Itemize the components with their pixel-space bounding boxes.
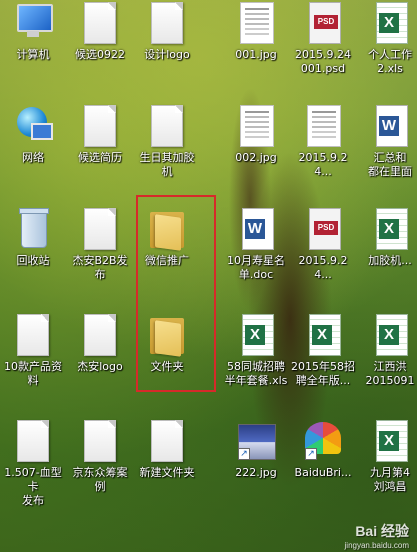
desktop-icon-label: 2015.9.24... [298, 254, 348, 281]
desktop-icon-label: 计算机 [16, 48, 50, 61]
desktop-icon-label: 58同城招聘 半年套餐.xls [224, 360, 288, 387]
desktop-icon-item[interactable]: X 九月第4 刘鸿昌 [357, 418, 417, 494]
desktop-icon-item[interactable]: 候选简历 [67, 103, 133, 165]
desktop-icon-label: 1.507-血型卡 发布 [4, 466, 62, 507]
desktop-icon-label: 候选0922 [75, 48, 125, 61]
document-icon [80, 0, 120, 46]
image-file-icon [236, 0, 276, 46]
desktop-icon-label: 候选简历 [78, 151, 122, 164]
document-icon [147, 103, 187, 149]
desktop-icon-item[interactable]: PSD 2015.9.24... [290, 206, 356, 282]
desktop-icon-item[interactable]: 杰安logo [67, 312, 133, 374]
desktop-icon-item[interactable]: 2015.9.24... [290, 103, 356, 179]
psd-file-icon: PSD [303, 206, 343, 252]
desktop-icon-item[interactable]: 回收站 [0, 206, 66, 268]
desktop-icon-label: 京东众筹案 例 [72, 466, 128, 493]
desktop-icon-label: 杰安B2B发布 [72, 254, 128, 281]
desktop-icon-label: 九月第4 刘鸿昌 [370, 466, 410, 493]
desktop-icon-item[interactable]: ↗ 222.jpg [223, 418, 289, 480]
desktop-icon-label: 001.jpg [235, 48, 277, 61]
watermark-url: jingyan.baidu.com [344, 541, 409, 550]
excel-file-icon: X [370, 418, 410, 464]
desktop-icon-item[interactable]: X 江西洪 2015091 [357, 312, 417, 388]
watermark: Bai 经验 jingyan.baidu.com [345, 521, 409, 550]
desktop-icon-item[interactable]: X 58同城招聘 半年套餐.xls [223, 312, 289, 388]
image-file-icon [236, 103, 276, 149]
desktop-icon-item[interactable]: 新建文件夹 [134, 418, 200, 480]
desktop-icon-item[interactable]: 10款产品资 料 [0, 312, 66, 388]
excel-file-icon: X [303, 312, 343, 358]
desktop-icon-label: 10月寿星名 单.doc [227, 254, 285, 281]
desktop-icon-label: 网络 [22, 151, 44, 164]
desktop-icon-label: 2015.9.24 001.psd [295, 48, 351, 75]
excel-file-icon: X [370, 0, 410, 46]
desktop-icon-label: 002.jpg [235, 151, 277, 164]
desktop-icon-item[interactable]: 1.507-血型卡 发布 [0, 418, 66, 508]
psd-file-icon: PSD [303, 0, 343, 46]
desktop-icon-item[interactable]: 文件夹 [134, 312, 200, 374]
desktop-icon-label: 微信推广 [145, 254, 189, 267]
recycle-bin-icon [13, 206, 53, 252]
network-icon [13, 103, 53, 149]
document-icon [80, 312, 120, 358]
desktop-icon-item[interactable]: X 个人工作 2.xls [357, 0, 417, 76]
document-icon [80, 418, 120, 464]
desktop-icon-item[interactable]: W 汇总和 都在里面 [357, 103, 417, 179]
desktop-icon-item[interactable]: 微信推广 [134, 206, 200, 268]
computer-icon [13, 0, 53, 46]
document-icon [13, 418, 53, 464]
desktop-icon-item[interactable]: 计算机 [0, 0, 66, 62]
desktop-icon-label: 222.jpg [235, 466, 277, 479]
desktop-icon-label: 江西洪 2015091 [365, 360, 415, 387]
baidu-app-icon: ↗ [303, 418, 343, 464]
document-icon [147, 418, 187, 464]
desktop-icon-label: 加胶机... [368, 254, 412, 267]
document-icon [80, 103, 120, 149]
desktop-icon-item[interactable]: 京东众筹案 例 [67, 418, 133, 494]
word-file-icon: W [236, 206, 276, 252]
desktop-icon-label: 10款产品资 料 [4, 360, 62, 387]
desktop-icon-item[interactable]: W 10月寿星名 单.doc [223, 206, 289, 282]
desktop-icon-item[interactable]: 杰安B2B发布 [67, 206, 133, 282]
desktop-icon-label: 个人工作 2.xls [368, 48, 412, 75]
desktop-icon-label: BaiduBri... [294, 466, 352, 479]
excel-file-icon: X [236, 312, 276, 358]
desktop-icon-item[interactable]: 设计logo [134, 0, 200, 62]
desktop-icon-item[interactable]: 网络 [0, 103, 66, 165]
document-icon [80, 206, 120, 252]
document-icon [13, 312, 53, 358]
desktop-icon-label: 2015年58招 聘全年版... [291, 360, 355, 387]
desktop-icon-label: 生日其加胶 机 [139, 151, 195, 178]
desktop-icon-item[interactable]: 002.jpg [223, 103, 289, 165]
desktop-icon-label: 文件夹 [150, 360, 184, 373]
desktop-icon-item[interactable]: ↗ BaiduBri... [290, 418, 356, 480]
desktop-icon-label: 新建文件夹 [139, 466, 195, 479]
desktop-icon-item[interactable]: 生日其加胶 机 [134, 103, 200, 179]
word-file-icon: W [370, 103, 410, 149]
document-icon [147, 0, 187, 46]
image-file-icon [303, 103, 343, 149]
folder-icon [147, 206, 187, 252]
desktop-icon-label: 杰安logo [77, 360, 123, 373]
desktop: 计算机 候选0922 设计logo 001.jpg PSD 2015.9.24 001.p… [0, 0, 417, 552]
desktop-icon-label: 设计logo [144, 48, 190, 61]
excel-file-icon: X [370, 206, 410, 252]
desktop-icon-item[interactable]: 001.jpg [223, 0, 289, 62]
desktop-icon-label: 回收站 [16, 254, 50, 267]
desktop-icon-item[interactable]: 候选0922 [67, 0, 133, 62]
desktop-icon-label: 2015.9.24... [298, 151, 348, 178]
watermark-brand: Bai 经验 [355, 523, 409, 539]
desktop-icon-item[interactable]: PSD 2015.9.24 001.psd [290, 0, 356, 76]
excel-file-icon: X [370, 312, 410, 358]
desktop-icon-item[interactable]: X 加胶机... [357, 206, 417, 268]
desktop-icon-item[interactable]: X 2015年58招 聘全年版... [290, 312, 356, 388]
desktop-icon-label: 汇总和 都在里面 [368, 151, 412, 178]
image-file-icon: ↗ [236, 418, 276, 464]
folder-icon [147, 312, 187, 358]
